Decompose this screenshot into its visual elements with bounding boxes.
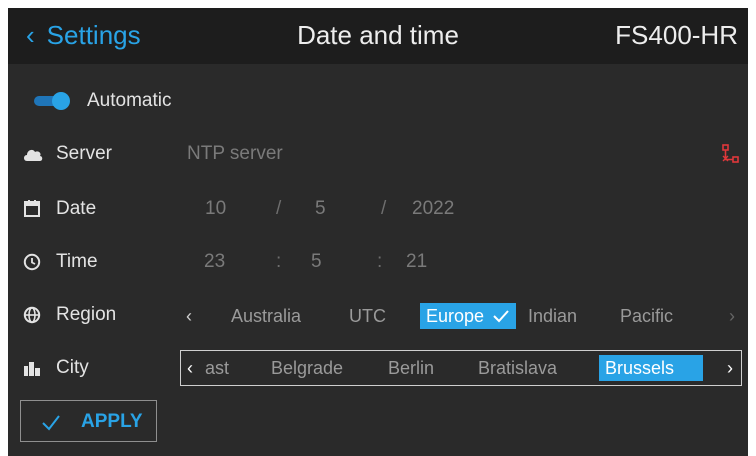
time-label: Time <box>56 251 98 272</box>
region-prev-button[interactable]: ‹ <box>186 303 192 329</box>
time-second[interactable]: 21 <box>406 252 427 272</box>
header-bar: ‹ Settings Date and time FS400-HR <box>8 8 748 64</box>
city-row: City ‹ ast Belgrade Berlin Bratislava Br… <box>8 350 748 386</box>
date-separator: / <box>381 198 387 219</box>
region-option-utc[interactable]: UTC <box>349 303 386 329</box>
automatic-label: Automatic <box>87 90 172 111</box>
date-month[interactable]: 5 <box>315 199 326 219</box>
toggle-knob <box>52 92 70 110</box>
checkmark-icon <box>493 310 509 323</box>
cloud-icon <box>24 149 43 161</box>
date-day[interactable]: 10 <box>205 199 226 219</box>
automatic-row: Automatic <box>8 83 748 119</box>
region-option-australia[interactable]: Australia <box>231 303 301 329</box>
city-selector: ‹ ast Belgrade Berlin Bratislava Brussel… <box>180 350 742 386</box>
city-option-belgrade[interactable]: Belgrade <box>271 355 343 381</box>
automatic-toggle[interactable] <box>32 91 70 111</box>
city-prev-button[interactable]: ‹ <box>187 355 193 381</box>
date-row: Date 10 / 5 / 2022 <box>8 191 748 227</box>
region-next-button[interactable]: › <box>729 303 735 329</box>
time-hour[interactable]: 23 <box>204 252 225 272</box>
date-year[interactable]: 2022 <box>412 199 454 219</box>
globe-icon <box>23 306 41 324</box>
time-minute[interactable]: 5 <box>311 252 322 272</box>
ntp-server-input[interactable]: NTP server <box>187 144 283 164</box>
checkmark-icon <box>42 415 60 431</box>
server-label: Server <box>56 143 112 164</box>
clock-icon <box>23 253 41 271</box>
server-row: Server NTP server <box>8 136 748 172</box>
region-row: Region ‹ Australia UTC Europe Indian Pac… <box>8 297 748 333</box>
city-next-button[interactable]: › <box>727 355 733 381</box>
time-separator: : <box>377 251 383 272</box>
settings-window: ‹ Settings Date and time FS400-HR Automa… <box>8 8 748 456</box>
city-icon <box>24 362 40 376</box>
network-error-icon[interactable] <box>722 144 740 164</box>
time-separator: : <box>276 251 282 272</box>
region-option-pacific[interactable]: Pacific <box>620 303 673 329</box>
region-label: Region <box>56 304 117 325</box>
date-label: Date <box>56 198 97 219</box>
city-label: City <box>56 357 89 378</box>
apply-button[interactable]: APPLY <box>20 400 157 442</box>
date-separator: / <box>276 198 282 219</box>
time-row: Time 23 : 5 : 21 <box>8 244 748 280</box>
apply-label: APPLY <box>81 411 143 432</box>
city-option-bratislava[interactable]: Bratislava <box>478 355 557 381</box>
city-option-berlin[interactable]: Berlin <box>388 355 434 381</box>
city-option-ast[interactable]: ast <box>205 355 229 381</box>
calendar-icon <box>24 200 40 217</box>
region-option-label: Europe <box>426 306 485 326</box>
model-name: FS400-HR <box>615 20 738 50</box>
city-option-brussels[interactable]: Brussels <box>599 355 703 381</box>
region-option-indian[interactable]: Indian <box>528 303 577 329</box>
region-option-europe[interactable]: Europe <box>420 303 517 329</box>
